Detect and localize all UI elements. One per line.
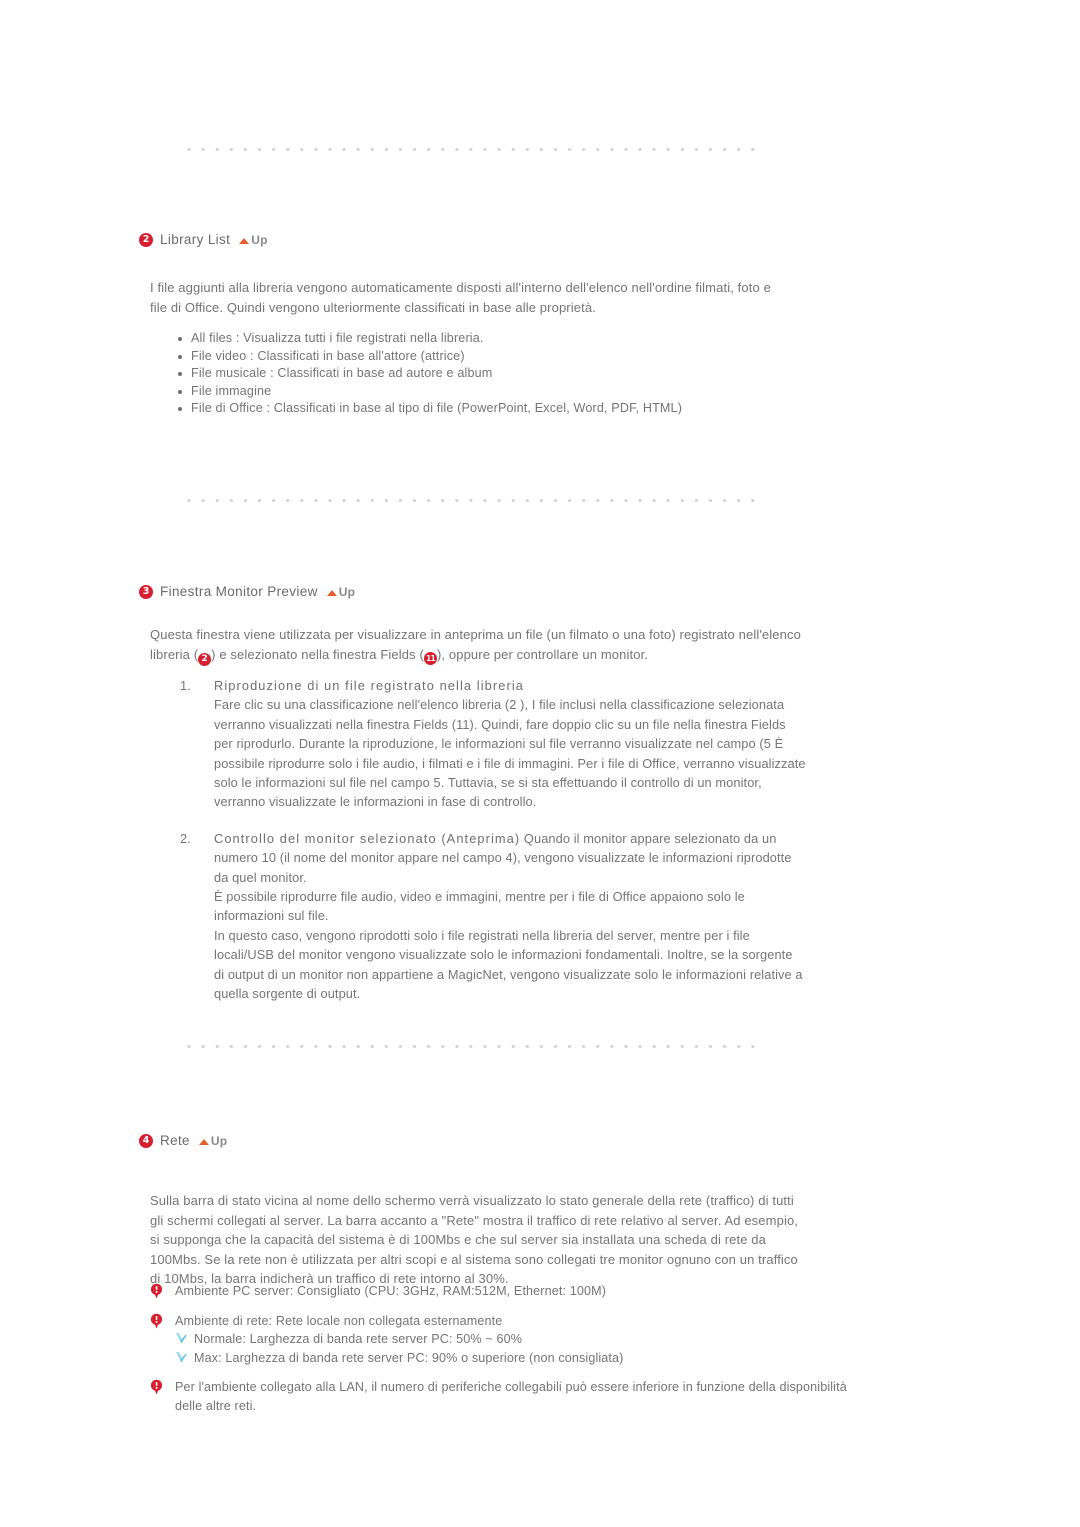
step-body-part-2: (il nome del monitor appare nel campo — [279, 850, 502, 866]
note-text: Per l'ambiente collegato alla LAN, il nu… — [175, 1380, 847, 1413]
library-list-intro: I file aggiunti alla libreria vengono au… — [150, 280, 771, 315]
sub-note-text: Normale: Larghezza di banda rete server … — [194, 1332, 523, 1347]
note-item: Per l'ambiente collegato alla LAN, il nu… — [145, 1378, 847, 1415]
inline-badge-11: 11 — [423, 651, 437, 665]
list-item: All files : Visualizza tutti i file regi… — [176, 330, 776, 348]
section-heading-rete: 4 Rete Up — [139, 1133, 227, 1148]
divider-bottom — [182, 1044, 760, 1049]
inline-badge-2: 2 — [198, 652, 212, 666]
up-link-label: Up — [251, 232, 268, 247]
sub-note-item: Normale: Larghezza di banda rete server … — [175, 1330, 825, 1349]
inline-badge-5: 5 — [763, 736, 771, 752]
up-link-label: Up — [338, 584, 356, 599]
up-link[interactable]: Up — [326, 584, 356, 599]
inline-badge-5: 5 — [433, 775, 441, 791]
section-number-badge: 4 — [139, 1133, 153, 1148]
section-number-badge: 3 — [139, 584, 153, 599]
section-title: Rete — [160, 1133, 190, 1148]
step-item: 2. Controllo del monitor selezionato (An… — [176, 829, 806, 1004]
warning-icon — [150, 1379, 163, 1395]
step-title: Riproduzione di un file registrato nella… — [214, 678, 524, 693]
divider-top — [182, 147, 760, 152]
library-list-bullets: All files : Visualizza tutti i file regi… — [176, 330, 776, 418]
check-mark-icon — [175, 1332, 187, 1345]
triangle-up-icon — [239, 237, 250, 244]
step-number: 2. — [180, 830, 191, 846]
divider-middle — [182, 498, 760, 503]
section-number-badge: 2 — [139, 232, 153, 247]
list-item: File immagine — [176, 383, 776, 401]
inline-badge-4: 4 — [505, 850, 513, 866]
up-link[interactable]: Up — [239, 233, 267, 247]
rete-intro: Sulla barra di stato vicina al nome dell… — [150, 1193, 799, 1286]
note-item: Ambiente di rete: Rete locale non colleg… — [145, 1312, 825, 1368]
section-heading-library-list: 2 Library List Up — [139, 232, 268, 247]
monitor-preview-intro: Questa finestra viene utilizzata per vis… — [150, 625, 805, 666]
note-item: Ambiente PC server: Consigliato (CPU: 3G… — [145, 1282, 825, 1301]
triangle-up-icon — [198, 1138, 209, 1145]
step-body-part-4: È possibile riprodurre file audio, video… — [214, 889, 745, 924]
list-item: File video : Classificati in base all'at… — [176, 348, 776, 366]
manual-page: 2 Library List Up I file aggiunti alla l… — [0, 0, 1080, 1527]
note-text: Ambiente di rete: Rete locale non colleg… — [175, 1313, 503, 1328]
step-title: Controllo del monitor selezionato (Antep… — [214, 830, 521, 846]
step-number: 1. — [180, 678, 191, 693]
note-text: Ambiente PC server: Consigliato (CPU: 3G… — [175, 1284, 607, 1298]
inline-badge-2: 2 — [509, 697, 517, 713]
step-item: 1. Riproduzione di un file registrato ne… — [176, 676, 806, 812]
step-body-part-5: In questo caso, vengono riprodotti solo … — [214, 927, 803, 1002]
section-heading-monitor-preview: 3 Finestra Monitor Preview Up — [139, 584, 355, 599]
rete-notes: Ambiente PC server: Consigliato (CPU: 3G… — [145, 1282, 847, 1427]
up-link[interactable]: Up — [198, 1133, 228, 1148]
inline-badge-10: 10 — [261, 850, 277, 866]
monitor-preview-steps: 1. Riproduzione di un file registrato ne… — [176, 676, 806, 1021]
warning-icon — [150, 1283, 163, 1299]
step-body-part-1: Fare clic su una classificazione nell'el… — [214, 697, 510, 713]
sub-note-text: Max: Larghezza di banda rete server PC: … — [194, 1350, 624, 1365]
check-mark-icon — [175, 1351, 187, 1364]
list-item: File di Office : Classificati in base al… — [176, 400, 776, 418]
inline-badge-11: 11 — [456, 716, 470, 732]
section-title: Finestra Monitor Preview — [160, 584, 318, 599]
triangle-up-icon — [326, 589, 337, 596]
up-link-label: Up — [210, 1133, 228, 1148]
sub-note-item: Max: Larghezza di banda rete server PC: … — [175, 1349, 825, 1368]
section-title: Library List — [160, 232, 231, 247]
list-item: File musicale : Classificati in base ad … — [176, 365, 776, 383]
intro-text-part-3: ), oppure per controllare un monitor. — [436, 646, 649, 662]
intro-text-part-2: ) e selezionato nella finestra Fields ( — [211, 646, 424, 662]
warning-icon — [150, 1313, 163, 1329]
